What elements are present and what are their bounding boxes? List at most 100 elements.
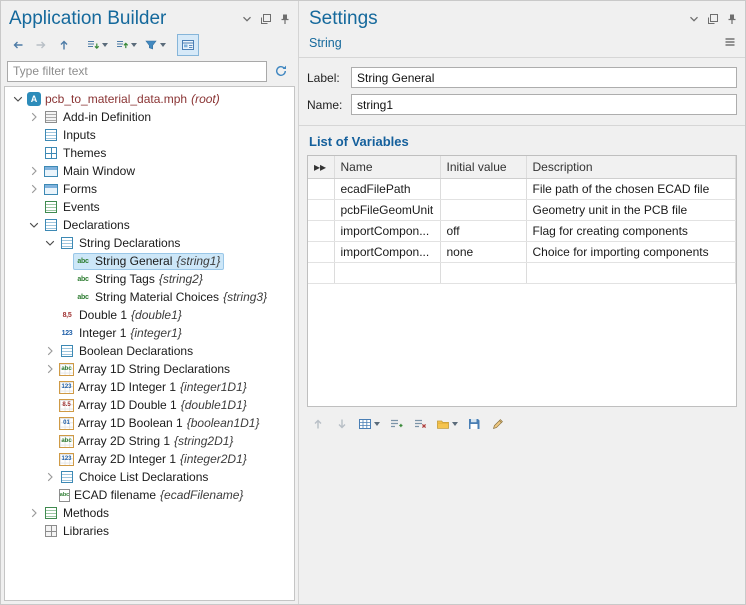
variable-row-importcompon[interactable]: importCompon...offFlag for creating comp… xyxy=(308,220,736,241)
expander-closed-icon[interactable] xyxy=(26,182,41,196)
tree-item-body[interactable]: Boolean Declarations xyxy=(57,343,197,360)
edit-button[interactable] xyxy=(487,413,509,435)
settings-menu-button[interactable] xyxy=(721,33,739,51)
tree-item-body[interactable]: Events xyxy=(41,199,104,216)
forward-button[interactable] xyxy=(30,34,52,56)
tree-item-string-declarations[interactable]: String Declarations xyxy=(5,234,294,252)
back-button[interactable] xyxy=(7,34,29,56)
tree-item-body[interactable]: Forms xyxy=(41,181,101,198)
cell-description[interactable]: File path of the chosen ECAD file xyxy=(526,178,736,199)
tree-item-choice-list-declarations[interactable]: Choice List Declarations xyxy=(5,468,294,486)
table-menu-button[interactable] xyxy=(355,413,383,435)
expander-closed-icon[interactable] xyxy=(42,470,57,484)
cell-name[interactable] xyxy=(334,262,440,283)
cell-initial-value[interactable] xyxy=(440,262,526,283)
expander-open-icon[interactable] xyxy=(42,236,57,250)
tree-item-libraries[interactable]: Libraries xyxy=(5,522,294,540)
label-input[interactable] xyxy=(351,67,737,88)
filter-button[interactable] xyxy=(141,34,169,56)
expand-nodes-button[interactable] xyxy=(83,34,111,56)
tree-item-string-tags[interactable]: abcString Tags{string2} xyxy=(5,270,294,288)
tree-item-body[interactable]: abcArray 2D String 1{string2D1} xyxy=(57,433,237,450)
cell-name[interactable]: ecadFilePath xyxy=(334,178,440,199)
tree-item-body[interactable]: 123Integer 1{integer1} xyxy=(57,325,186,342)
tree-item-array-1d-boolean-1[interactable]: 01Array 1D Boolean 1{boolean1D1} xyxy=(5,414,294,432)
chevron-down-button[interactable] xyxy=(685,10,703,28)
variable-row-ecadfilepath[interactable]: ecadFilePath File path of the chosen ECAD… xyxy=(308,178,736,199)
cell-initial-value[interactable] xyxy=(440,199,526,220)
tree-item-add-in-definition[interactable]: Add-in Definition xyxy=(5,108,294,126)
name-input[interactable] xyxy=(351,94,737,115)
cell-initial-value[interactable] xyxy=(440,178,526,199)
chevron-down-button[interactable] xyxy=(238,10,256,28)
tree-item-array-1d-double-1[interactable]: 8.5Array 1D Double 1{double1D1} xyxy=(5,396,294,414)
cell-name[interactable]: pcbFileGeomUnit xyxy=(334,199,440,220)
column-header-name[interactable]: Name xyxy=(334,156,440,178)
up-button[interactable] xyxy=(53,34,75,56)
tree-item-body[interactable]: Main Window xyxy=(41,163,139,180)
tree-item-body[interactable]: abcString Material Choices{string3} xyxy=(73,289,271,306)
tree-item-string-general[interactable]: abcString General{string1} xyxy=(5,252,294,270)
refresh-button[interactable] xyxy=(270,60,292,82)
tree-item-string-material-choices[interactable]: abcString Material Choices{string3} xyxy=(5,288,294,306)
tree-item-array-2d-integer-1[interactable]: 123Array 2D Integer 1{integer2D1} xyxy=(5,450,294,468)
tree-item-body[interactable]: 01Array 1D Boolean 1{boolean1D1} xyxy=(57,415,263,432)
move-down-button[interactable] xyxy=(331,413,353,435)
tree-item-body[interactable]: 123Array 1D Integer 1{integer1D1} xyxy=(57,379,251,396)
save-file-button[interactable] xyxy=(463,413,485,435)
cell-description[interactable]: Geometry unit in the PCB file xyxy=(526,199,736,220)
move-up-button[interactable] xyxy=(307,413,329,435)
column-header-initial-value[interactable]: Initial value xyxy=(440,156,526,178)
tree-item-main-window[interactable]: Main Window xyxy=(5,162,294,180)
collapse-nodes-button[interactable] xyxy=(112,34,140,56)
empty-variable-row[interactable] xyxy=(308,262,736,283)
cell-name[interactable]: importCompon... xyxy=(334,241,440,262)
tree-item-themes[interactable]: Themes xyxy=(5,144,294,162)
pin-button[interactable] xyxy=(276,10,294,28)
cell-initial-value[interactable]: off xyxy=(440,220,526,241)
tree-item-methods[interactable]: Methods xyxy=(5,504,294,522)
tree-item-body[interactable]: abcString General{string1} xyxy=(73,253,224,270)
tree-item-ecad-filename[interactable]: abcECAD filename{ecadFilename} xyxy=(5,486,294,504)
tree-item-double-1[interactable]: 8,5Double 1{double1} xyxy=(5,306,294,324)
expander-open-icon[interactable] xyxy=(10,92,25,106)
tree-item-inputs[interactable]: Inputs xyxy=(5,126,294,144)
filter-input[interactable] xyxy=(7,61,267,82)
expander-open-icon[interactable] xyxy=(26,218,41,232)
float-button[interactable] xyxy=(704,10,722,28)
tree-item-body[interactable]: Choice List Declarations xyxy=(57,469,212,486)
tree-item-body[interactable]: String Declarations xyxy=(57,235,184,252)
column-header-description[interactable]: Description xyxy=(526,156,736,178)
expander-closed-icon[interactable] xyxy=(26,506,41,520)
tree-item-body[interactable]: 8.5Array 1D Double 1{double1D1} xyxy=(57,397,251,414)
tree-item-body[interactable]: abcECAD filename{ecadFilename} xyxy=(57,487,247,504)
tree-item-body[interactable]: Inputs xyxy=(41,127,100,144)
cell-description[interactable]: Flag for creating components xyxy=(526,220,736,241)
cell-description[interactable] xyxy=(526,262,736,283)
tree-item-body[interactable]: Declarations xyxy=(41,217,134,234)
editor-tools-toggle-button[interactable] xyxy=(177,34,199,56)
expander-closed-icon[interactable] xyxy=(26,164,41,178)
tree-item-body[interactable]: abcArray 1D String Declarations xyxy=(57,361,234,378)
expander-closed-icon[interactable] xyxy=(42,362,57,376)
float-button[interactable] xyxy=(257,10,275,28)
variable-row-pcbfilegeomunit[interactable]: pcbFileGeomUnit Geometry unit in the PCB … xyxy=(308,199,736,220)
tree-item-body[interactable]: Methods xyxy=(41,505,113,522)
tree-item-body[interactable]: Apcb_to_material_data.mph(root) xyxy=(25,91,224,108)
tree-item-array-1d-integer-1[interactable]: 123Array 1D Integer 1{integer1D1} xyxy=(5,378,294,396)
clear-table-button[interactable] xyxy=(409,413,431,435)
tree-item-body[interactable]: Libraries xyxy=(41,523,113,540)
variable-row-importcompon[interactable]: importCompon...noneChoice for importing … xyxy=(308,241,736,262)
expander-closed-icon[interactable] xyxy=(26,110,41,124)
pin-button[interactable] xyxy=(723,10,741,28)
tree-item-array-1d-string-declarations[interactable]: abcArray 1D String Declarations xyxy=(5,360,294,378)
cell-name[interactable]: importCompon... xyxy=(334,220,440,241)
tree-item-pcb-to-material-data-mph[interactable]: Apcb_to_material_data.mph(root) xyxy=(5,90,294,108)
add-row-button[interactable] xyxy=(385,413,407,435)
tree-item-integer-1[interactable]: 123Integer 1{integer1} xyxy=(5,324,294,342)
load-file-button[interactable] xyxy=(433,413,461,435)
tree-item-boolean-declarations[interactable]: Boolean Declarations xyxy=(5,342,294,360)
cell-description[interactable]: Choice for importing components xyxy=(526,241,736,262)
tree-item-events[interactable]: Events xyxy=(5,198,294,216)
tree-item-declarations[interactable]: Declarations xyxy=(5,216,294,234)
